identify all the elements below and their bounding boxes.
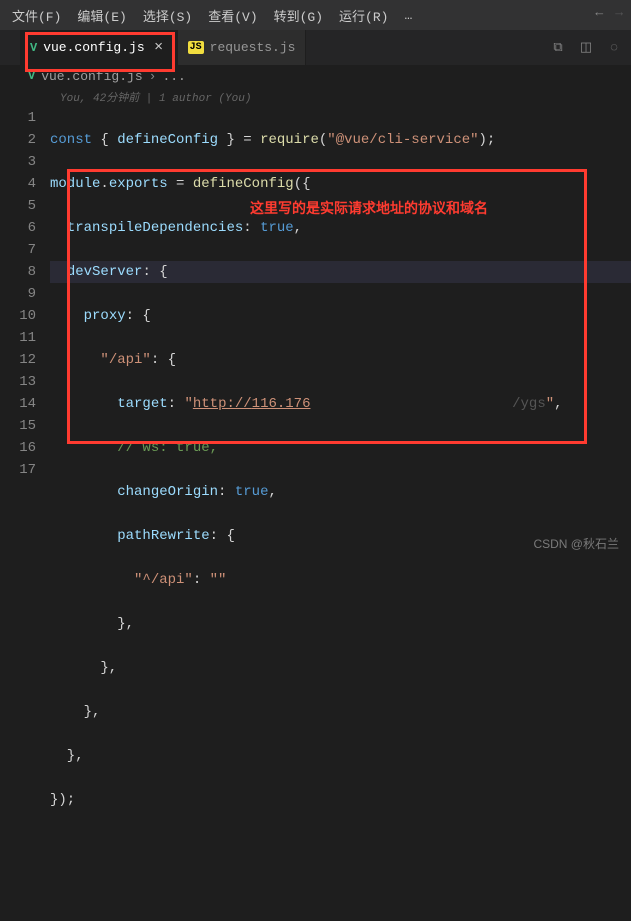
code-editor[interactable]: 1234567891011121314151617 const { define… — [0, 107, 631, 921]
menu-file[interactable]: 文件(F) — [4, 1, 69, 29]
tab-label: vue.config.js — [43, 40, 144, 55]
back-icon[interactable]: ← — [595, 5, 603, 20]
vue-icon: V — [30, 41, 37, 55]
menubar: 文件(F) 编辑(E) 选择(S) 查看(V) 转到(G) 运行(R) … ← … — [0, 0, 631, 30]
breadcrumb-rest: ... — [162, 69, 185, 84]
compare-icon[interactable]: ⧉ — [549, 38, 567, 56]
circle-icon[interactable]: ◌ — [605, 38, 623, 56]
tab-label: requests.js — [210, 40, 296, 55]
js-icon: JS — [188, 41, 204, 54]
menu-run[interactable]: 运行(R) — [331, 1, 396, 29]
menu-edit[interactable]: 编辑(E) — [69, 1, 134, 29]
tab-requests[interactable]: JS requests.js — [178, 30, 307, 65]
forward-icon[interactable]: → — [615, 5, 623, 20]
menu-more[interactable]: … — [396, 8, 420, 23]
split-icon[interactable]: ◫ — [577, 38, 595, 56]
annotation-text: 这里写的是实际请求地址的协议和域名 — [250, 197, 488, 219]
gitlens-blame: You, 42分钟前 | 1 author (You) — [0, 87, 631, 107]
menu-goto[interactable]: 转到(G) — [266, 1, 331, 29]
close-icon[interactable]: × — [151, 40, 167, 56]
breadcrumb-file: vue.config.js — [41, 69, 142, 84]
tab-vueconfig[interactable]: V vue.config.js × — [20, 30, 178, 65]
watermark: CSDN @秋石兰 — [533, 535, 619, 552]
tab-bar: V vue.config.js × JS requests.js ⧉ ◫ ◌ — [0, 30, 631, 65]
vue-icon: V — [28, 69, 35, 83]
menu-select[interactable]: 选择(S) — [135, 1, 200, 29]
menu-view[interactable]: 查看(V) — [200, 1, 265, 29]
breadcrumb[interactable]: V vue.config.js › ... — [0, 65, 631, 87]
title-actions: ← → — [595, 5, 623, 20]
chevron-right-icon: › — [149, 69, 157, 84]
code-content[interactable]: const { defineConfig } = require("@vue/c… — [50, 107, 631, 921]
editor-actions: ⧉ ◫ ◌ — [549, 38, 623, 56]
line-gutter: 1234567891011121314151617 — [0, 107, 50, 921]
